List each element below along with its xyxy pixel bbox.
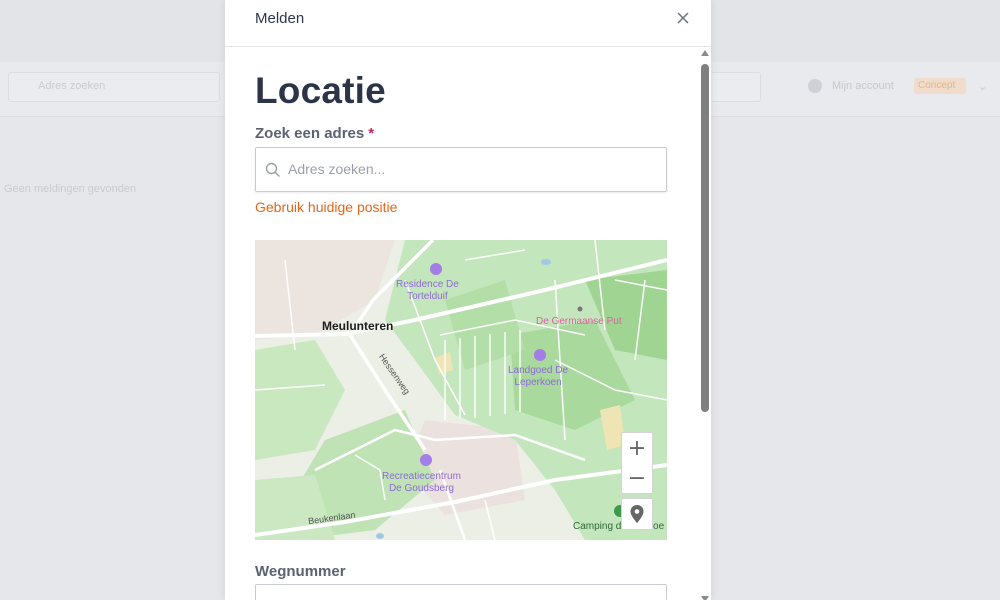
background-search-placeholder: Adres zoeken	[38, 80, 106, 92]
location-map[interactable]: Residence De Tortelduif De Germaanse Put …	[255, 240, 667, 540]
zoom-out-button[interactable]: −	[621, 463, 653, 494]
scroll-down-arrow-icon[interactable]	[701, 596, 709, 600]
page-title: Locatie	[255, 70, 386, 111]
address-search-field	[255, 147, 667, 192]
scrollbar-thumb[interactable]	[701, 64, 709, 412]
address-label: Zoek een adres *	[255, 125, 374, 142]
map-pin-icon	[630, 505, 644, 523]
background-chevron-down-icon: ⌄	[978, 81, 988, 93]
background-body-text: Geen meldingen gevonden	[4, 183, 137, 195]
map-label-residence: Residence De Tortelduif	[396, 279, 459, 302]
locate-button[interactable]	[621, 498, 653, 530]
map-label-landgoed: Landgoed De Leperkoen	[508, 365, 569, 388]
background-status-badge-text: Concept	[918, 80, 956, 91]
modal-title: Melden	[255, 10, 305, 27]
scroll-up-arrow-icon[interactable]	[701, 50, 709, 56]
zoom-in-button[interactable]: +	[621, 432, 653, 464]
background-input-addon	[712, 72, 761, 102]
map-label-town: Meulunteren	[322, 319, 394, 333]
map-label-germaanse: De Germaanse Put	[536, 316, 622, 327]
close-button[interactable]	[673, 8, 693, 28]
address-label-text: Zoek een adres	[255, 125, 365, 142]
background-user-name: Mijn account	[832, 80, 894, 92]
road-number-input[interactable]	[255, 584, 667, 600]
road-number-label: Wegnummer	[255, 563, 346, 580]
address-search-input[interactable]	[286, 148, 660, 189]
modal-header: Melden	[225, 0, 711, 47]
report-modal: Melden Locatie Zoek een adres* Gebruik h…	[225, 0, 711, 600]
required-marker: *	[368, 125, 375, 142]
search-icon	[265, 162, 280, 177]
map-label-recreatie: Recreatiecentrum De Goudsberg	[382, 471, 461, 494]
close-icon	[677, 12, 689, 24]
use-current-position-link[interactable]: Gebruik huidige positie	[255, 199, 397, 215]
background-avatar	[808, 79, 822, 93]
map-canvas[interactable]	[255, 240, 667, 540]
